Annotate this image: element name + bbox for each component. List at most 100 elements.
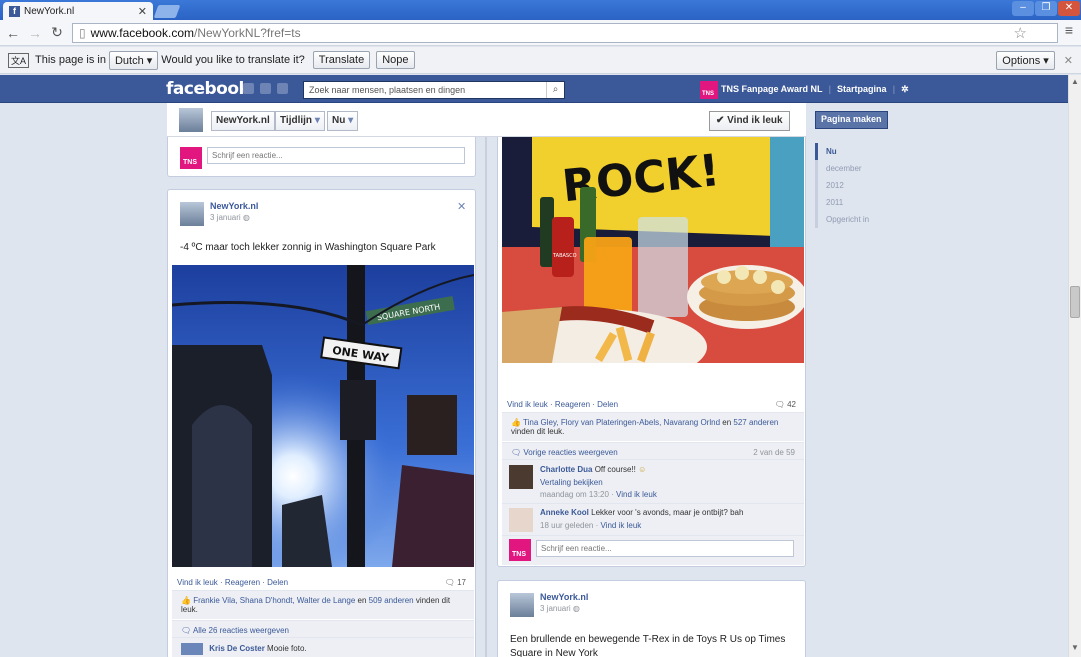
nope-button[interactable]: Nope bbox=[376, 51, 415, 69]
smiley-icon: ☺ bbox=[638, 465, 647, 474]
language-select[interactable]: Dutch ▾ bbox=[108, 50, 159, 70]
translate-icon: 文A bbox=[8, 52, 30, 68]
tns-avatar[interactable]: TNS bbox=[700, 81, 718, 99]
browser-tab[interactable]: f NewYork.nl ✕ bbox=[3, 2, 153, 20]
post-date[interactable]: 3 januari ◍ bbox=[210, 213, 250, 222]
new-tab-button[interactable] bbox=[153, 5, 181, 18]
comment-item: Charlotte Dua Off course!! ☺ Vertaling b… bbox=[502, 459, 804, 503]
post-text: -4 ºC maar toch lekker zonnig in Washing… bbox=[180, 242, 436, 253]
options-button[interactable]: Options ▾ bbox=[996, 50, 1055, 70]
comment-avatar[interactable] bbox=[509, 508, 533, 532]
likes-names[interactable]: Frankie Vila, Shana D'hondt, Walter de L… bbox=[193, 596, 355, 605]
scroll-down-icon[interactable]: ▼ bbox=[1071, 643, 1079, 652]
post-card-diner: ROCK! TABASCO Vind ik leuk · Reageren · … bbox=[497, 137, 806, 567]
close-translate-icon[interactable]: ✕ bbox=[1064, 54, 1073, 67]
comment-count[interactable]: 🗨 42 bbox=[775, 400, 796, 409]
tlnav-item-december[interactable]: december bbox=[815, 160, 895, 177]
settings-gear-icon[interactable]: ✲ bbox=[901, 84, 909, 95]
messages-icon[interactable] bbox=[260, 83, 271, 94]
tlnav-item-2011[interactable]: 2011 bbox=[815, 194, 895, 211]
close-icon[interactable]: ✕ bbox=[457, 200, 466, 213]
comment-item: Anneke Kool Lekker voor 's avonds, maar … bbox=[502, 503, 804, 535]
address-bar[interactable]: ▯ www.facebook.com /NewYorkNL?fref=ts ☆ bbox=[72, 23, 1058, 43]
minimize-button[interactable]: – bbox=[1012, 1, 1034, 16]
timeline-dropdown[interactable]: Tijdlijn ▾ bbox=[275, 111, 325, 131]
close-tab-icon[interactable]: ✕ bbox=[138, 5, 147, 18]
now-dropdown[interactable]: Nu ▾ bbox=[327, 111, 359, 131]
scroll-thumb[interactable] bbox=[1070, 286, 1080, 318]
post-author[interactable]: NewYork.nl bbox=[210, 201, 258, 211]
facebook-logo[interactable]: facebook bbox=[166, 79, 250, 99]
comment-pagination: 2 van de 59 bbox=[753, 448, 795, 457]
comment-count[interactable]: 🗨 17 bbox=[445, 578, 466, 587]
like-page-button[interactable]: ✔ Vind ik leuk bbox=[709, 111, 790, 131]
comment-avatar[interactable] bbox=[181, 643, 203, 655]
comment-like-link[interactable]: Vind ik leuk bbox=[616, 490, 657, 499]
post-date[interactable]: 3 januari ◍ bbox=[540, 604, 580, 613]
comment-author[interactable]: Kris De Coster bbox=[209, 644, 265, 653]
scroll-up-icon[interactable]: ▲ bbox=[1071, 77, 1079, 86]
page-thumbnail[interactable] bbox=[179, 108, 203, 132]
tabasco-label: TABASCO bbox=[552, 253, 577, 259]
translation-link[interactable]: Vertaling bekijken bbox=[540, 478, 603, 487]
browser-toolbar: ← → ↻ ▯ www.facebook.com /NewYorkNL?fref… bbox=[0, 20, 1081, 46]
share-link[interactable]: Delen bbox=[267, 578, 288, 587]
notifications-icon[interactable] bbox=[277, 83, 288, 94]
commenter-avatar: TNS bbox=[509, 539, 531, 561]
tlnav-item-2012[interactable]: 2012 bbox=[815, 177, 895, 194]
previous-comments-link[interactable]: Vorige reacties weergeven bbox=[523, 448, 617, 457]
tlnav-item-founded[interactable]: Opgericht in bbox=[815, 211, 895, 228]
search-icon[interactable]: ⌕ bbox=[546, 82, 564, 98]
comment-input[interactable]: Schrijf een reactie... bbox=[207, 147, 465, 164]
comment-text: Mooie foto. bbox=[267, 644, 307, 654]
comment-link[interactable]: Reageren bbox=[225, 578, 260, 587]
likes-others[interactable]: 527 anderen bbox=[733, 418, 778, 427]
create-page-button[interactable]: Pagina maken bbox=[815, 111, 888, 129]
commenter-avatar: TNS bbox=[180, 147, 202, 169]
like-link[interactable]: Vind ik leuk bbox=[507, 400, 548, 409]
reload-icon[interactable]: ↻ bbox=[48, 24, 66, 41]
comment-input[interactable]: Schrijf een reactie... bbox=[536, 540, 794, 557]
menu-icon[interactable]: ≡ bbox=[1065, 22, 1073, 38]
comment-bubble-icon: 🗨 bbox=[774, 400, 785, 409]
previous-post-card: TNS Schrijf een reactie... bbox=[167, 137, 476, 177]
comments-icon: 🗨 bbox=[511, 448, 522, 457]
nav-startpagina[interactable]: Startpagina bbox=[837, 84, 887, 95]
author-avatar[interactable] bbox=[510, 593, 534, 617]
nav-tns-fanpage[interactable]: TNS Fanpage Award NL bbox=[721, 84, 823, 95]
facebook-header: facebook Zoek naar mensen, plaatsen en d… bbox=[0, 75, 1068, 103]
comment-like-link[interactable]: Vind ik leuk bbox=[601, 521, 642, 530]
timeline-nav: Nu december 2012 2011 Opgericht in bbox=[815, 143, 895, 228]
bookmark-star-icon[interactable]: ☆ bbox=[1014, 24, 1027, 42]
tlnav-item-now[interactable]: Nu bbox=[815, 143, 895, 160]
post-text: Een brullende en bewegende T-Rex in de T… bbox=[510, 634, 786, 657]
comment-author[interactable]: Charlotte Dua bbox=[540, 465, 592, 474]
author-avatar[interactable] bbox=[180, 202, 204, 226]
close-window-button[interactable]: ✕ bbox=[1058, 1, 1080, 16]
likes-summary: 👍 Tina Gley, Flory van Plateringen-Abels… bbox=[502, 412, 804, 441]
page-scrollbar[interactable]: ▲ ▼ bbox=[1068, 75, 1081, 657]
likes-others[interactable]: 509 anderen bbox=[369, 596, 414, 605]
translate-button[interactable]: Translate bbox=[312, 51, 371, 69]
post-photo[interactable]: ONE WAY SQUARE NORTH bbox=[172, 265, 474, 567]
share-link[interactable]: Delen bbox=[597, 400, 618, 409]
translate-question: Would you like to translate it? bbox=[161, 54, 305, 66]
page-name-button[interactable]: NewYork.nl bbox=[211, 111, 275, 131]
comment-author[interactable]: Anneke Kool bbox=[540, 508, 589, 517]
comments-icon: 🗨 bbox=[181, 626, 192, 635]
like-link[interactable]: Vind ik leuk bbox=[177, 578, 218, 587]
thumbs-up-icon: 👍 bbox=[181, 596, 191, 605]
post-photo[interactable]: ROCK! TABASCO bbox=[502, 137, 804, 363]
washington-square-photo: ONE WAY SQUARE NORTH bbox=[172, 265, 474, 567]
maximize-button[interactable]: ❐ bbox=[1035, 1, 1057, 16]
friend-requests-icon[interactable] bbox=[243, 83, 254, 94]
post-author[interactable]: NewYork.nl bbox=[540, 592, 588, 602]
back-icon[interactable]: ← bbox=[4, 25, 22, 41]
forward-icon[interactable]: → bbox=[26, 25, 44, 41]
likes-names[interactable]: Tina Gley, Flory van Plateringen-Abels, … bbox=[523, 418, 720, 427]
comment-avatar[interactable] bbox=[509, 465, 533, 489]
post-card-washington: NewYork.nl 3 januari ◍ ✕ -4 ºC maar toch… bbox=[167, 189, 476, 657]
search-input[interactable]: Zoek naar mensen, plaatsen en dingen ⌕ bbox=[303, 81, 565, 99]
comment-item: Kris De Coster Mooie foto. bbox=[172, 637, 474, 657]
comment-link[interactable]: Reageren bbox=[555, 400, 590, 409]
